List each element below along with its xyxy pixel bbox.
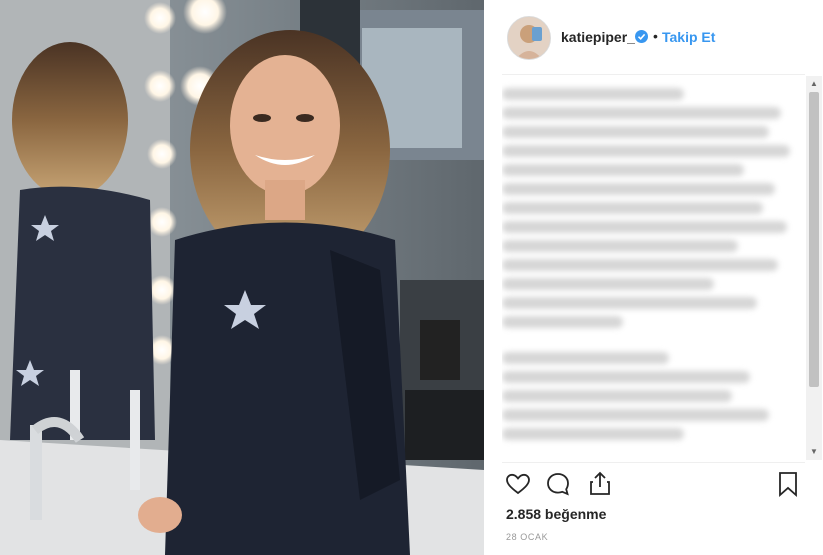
share-icon[interactable] [586, 470, 614, 498]
bookmark-icon[interactable] [774, 470, 802, 498]
heart-icon[interactable] [504, 470, 532, 498]
comment-icon[interactable] [544, 470, 572, 498]
scroll-thumb[interactable] [809, 92, 819, 387]
avatar[interactable] [507, 16, 551, 60]
header-divider [502, 74, 805, 75]
post-date[interactable]: 28 OCAK [506, 532, 548, 542]
verified-icon [635, 30, 648, 43]
post-photo[interactable] [0, 0, 484, 555]
likes-count[interactable]: 2.858 beğenme [506, 506, 606, 522]
post-sidebar: katiepiper_ • Takip Et ▲ ▼ 2.858 beğenme… [484, 0, 823, 555]
username[interactable]: katiepiper_ [561, 29, 635, 45]
action-bar [502, 470, 805, 500]
actions-divider [502, 462, 805, 463]
scroll-up-arrow-icon[interactable]: ▲ [810, 80, 818, 88]
scroll-down-arrow-icon[interactable]: ▼ [810, 448, 818, 456]
separator-dot: • [653, 28, 658, 44]
follow-button[interactable]: Takip Et [662, 29, 715, 45]
comments-scrollbar[interactable]: ▲ ▼ [806, 76, 822, 460]
comments-area[interactable] [502, 80, 805, 462]
